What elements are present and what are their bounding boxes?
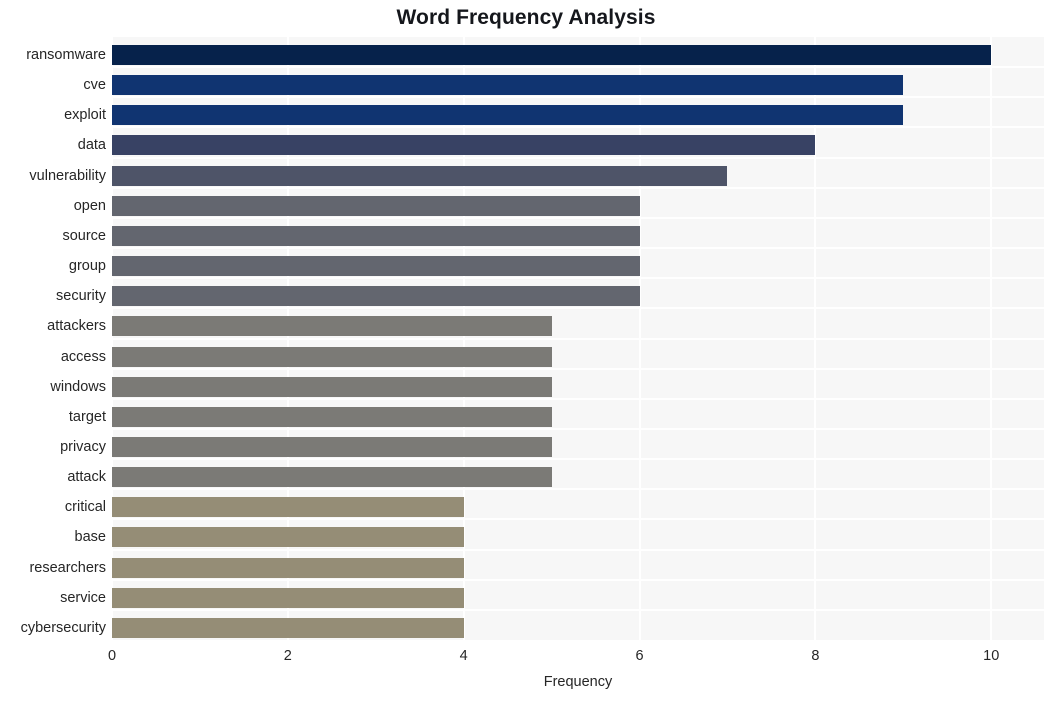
x-tick-label-10: 10	[983, 648, 1000, 664]
gridline-row	[112, 518, 1044, 521]
gridline-row	[112, 397, 1044, 400]
bar-exploit[interactable]	[112, 105, 904, 126]
y-tick-label-cybersecurity: cybersecurity	[20, 619, 106, 636]
bar-privacy[interactable]	[112, 436, 552, 457]
word-frequency-chart: Word Frequency Analysis ransomware cve exp…	[0, 0, 1052, 701]
bar-group[interactable]	[112, 256, 640, 277]
y-tick-label-cve: cve	[83, 77, 106, 94]
x-tick-label-0: 0	[107, 648, 117, 664]
bar-open[interactable]	[112, 195, 640, 216]
gridline-row	[112, 216, 1044, 219]
x-axis-title: Frequency	[543, 674, 613, 690]
y-tick-label-access: access	[60, 348, 106, 365]
y-tick-label-base: base	[74, 529, 106, 546]
gridline-row	[112, 427, 1044, 430]
bar-critical[interactable]	[112, 497, 464, 518]
bar-attack[interactable]	[112, 467, 552, 488]
y-tick-label-critical: critical	[64, 499, 106, 516]
bar-vulnerability[interactable]	[112, 165, 728, 186]
gridline-row	[112, 458, 1044, 461]
y-tick-label-exploit: exploit	[64, 107, 106, 124]
bar-data[interactable]	[112, 135, 816, 156]
bar-target[interactable]	[112, 406, 552, 427]
gridline-row	[112, 337, 1044, 340]
gridline-row	[112, 156, 1044, 159]
bar-cybersecurity[interactable]	[112, 617, 464, 638]
y-tick-label-windows: windows	[50, 378, 106, 395]
y-tick-label-privacy: privacy	[60, 438, 106, 455]
y-tick-label-open: open	[73, 197, 106, 214]
gridline-row	[112, 66, 1044, 69]
bar-service[interactable]	[112, 587, 464, 608]
gridline-row	[112, 367, 1044, 370]
y-tick-label-vulnerability: vulnerability	[29, 167, 106, 184]
gridline-row	[112, 488, 1044, 491]
y-tick-label-attackers: attackers	[47, 318, 106, 335]
bar-windows[interactable]	[112, 376, 552, 397]
gridline-row	[112, 277, 1044, 280]
x-tick-label-2: 2	[283, 648, 292, 664]
gridline-row	[112, 247, 1044, 250]
x-tick-label-4: 4	[459, 648, 468, 664]
x-tick-label-8: 8	[811, 648, 820, 664]
bar-researchers[interactable]	[112, 557, 464, 578]
bar-security[interactable]	[112, 286, 640, 307]
bar-attackers[interactable]	[112, 316, 552, 337]
bar-cve[interactable]	[112, 75, 904, 96]
bar-access[interactable]	[112, 346, 552, 367]
bar-base[interactable]	[112, 527, 464, 548]
plot-area	[112, 37, 1044, 640]
y-tick-label-service: service	[60, 589, 106, 606]
y-tick-label-security: security	[56, 288, 106, 305]
gridline-row	[112, 548, 1044, 551]
y-tick-label-target: target	[68, 408, 106, 425]
gridline-row	[112, 186, 1044, 189]
y-tick-label-researchers: researchers	[29, 559, 106, 576]
gridline-row	[112, 307, 1044, 310]
bar-ransomware[interactable]	[112, 45, 992, 65]
y-tick-label-ransomware: ransomware	[26, 47, 106, 63]
y-tick-label-attack: attack	[67, 469, 106, 486]
y-tick-label-group: group	[68, 258, 106, 275]
y-tick-label-data: data	[77, 137, 106, 154]
bar-source[interactable]	[112, 225, 640, 246]
y-tick-label-source: source	[62, 227, 106, 244]
gridline-row	[112, 608, 1044, 611]
chart-title: Word Frequency Analysis	[396, 6, 656, 29]
gridline-row	[112, 96, 1044, 99]
x-axis-tick-labels: 0 2 4 6 8 10	[108, 640, 1044, 670]
y-axis-tick-labels: ransomware cve exploit data vulnerability ope…	[0, 37, 106, 640]
gridline-row	[112, 578, 1044, 581]
x-tick-label-6: 6	[635, 648, 644, 664]
gridline-row	[112, 126, 1044, 129]
